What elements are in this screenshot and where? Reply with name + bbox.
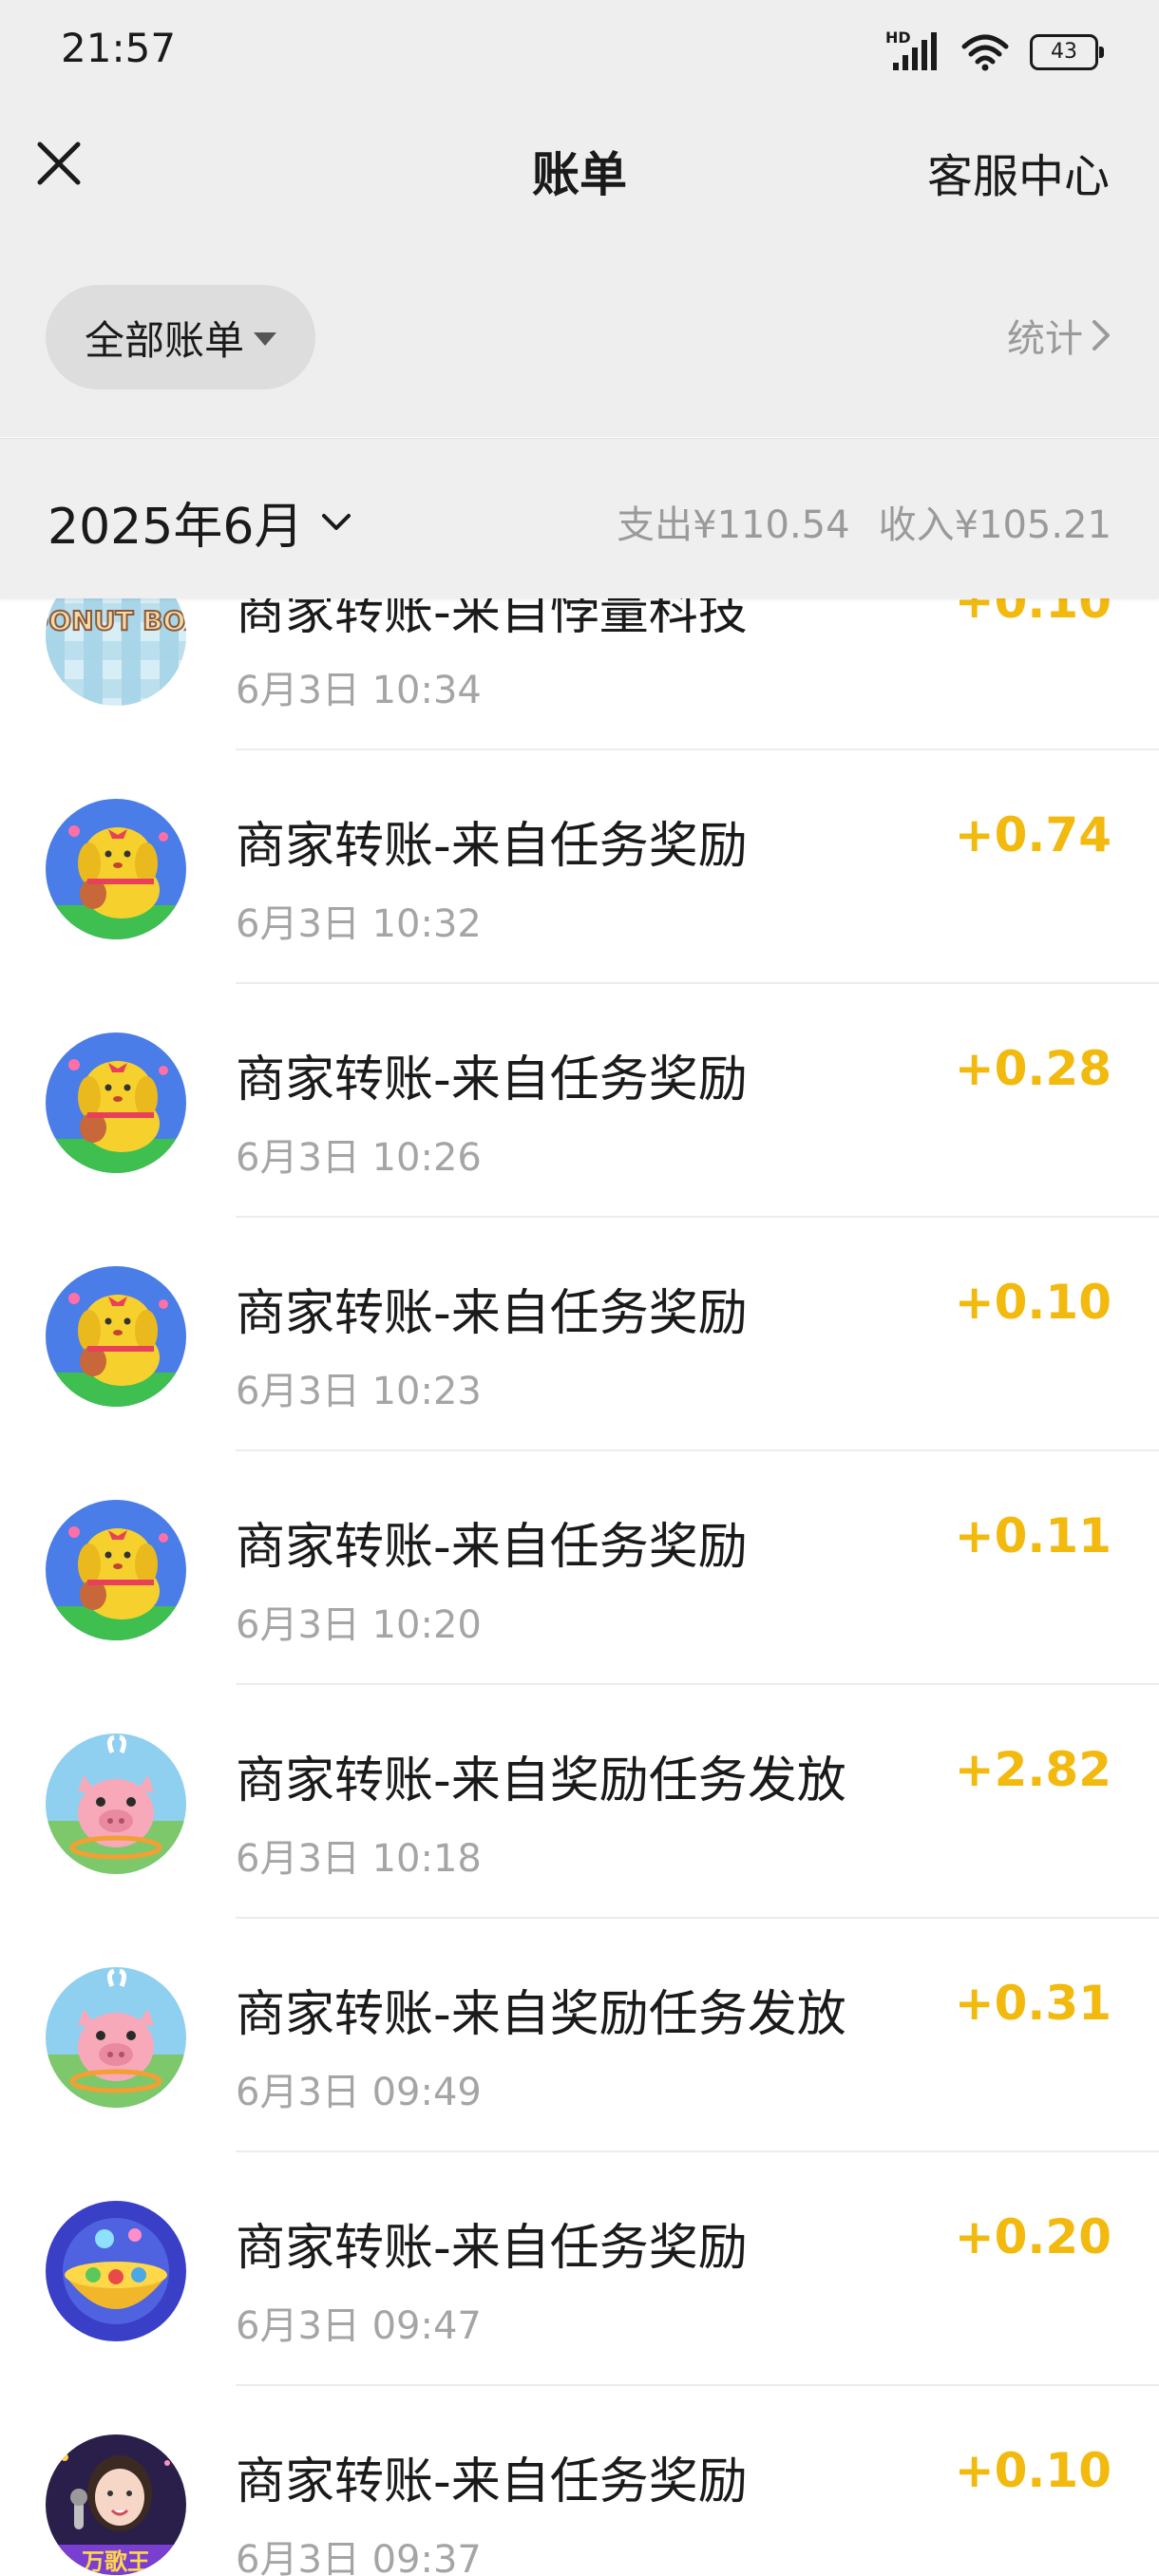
statistics-label: 统计 — [1007, 317, 1083, 361]
transaction-time: 6月3日 10:18 — [236, 1837, 482, 1881]
wifi-icon — [961, 33, 1009, 71]
merchant-avatar — [46, 1266, 186, 1407]
close-button[interactable] — [32, 137, 86, 190]
chevron-down-icon — [322, 513, 352, 530]
expense-total: 支出¥110.54 — [617, 503, 850, 547]
transaction-row[interactable]: 万歌王 商家转账-来自任务奖励 6月3日 09:37 +0.10 — [0, 2386, 1159, 2576]
filter-bar: 全部账单 统计 — [0, 237, 1159, 437]
transaction-title: 商家转账-来自任务奖励 — [236, 818, 748, 875]
transaction-amount: +0.28 — [954, 1041, 1112, 1096]
transaction-time: 6月3日 10:34 — [236, 669, 482, 712]
merchant-avatar: 万歌王 — [46, 2434, 186, 2575]
transaction-time: 6月3日 10:23 — [236, 1370, 482, 1413]
avatar-text: DONUT BOX — [46, 605, 186, 636]
transaction-time: 6月3日 09:49 — [236, 2071, 482, 2114]
transaction-time: 6月3日 10:26 — [236, 1136, 482, 1180]
signal-icon: HD — [885, 28, 940, 72]
status-time: 21:57 — [61, 25, 177, 71]
nav-bar: 账单 客服中心 — [0, 103, 1159, 237]
transaction-amount: +0.74 — [954, 807, 1112, 862]
transaction-amount: +0.10 — [954, 2443, 1112, 2498]
transaction-row[interactable]: 商家转账-来自任务奖励 6月3日 10:23 +0.10 — [0, 1218, 1159, 1451]
transaction-amount: +2.82 — [954, 1742, 1112, 1797]
transaction-row[interactable]: 商家转账-来自奖励任务发放 6月3日 09:49 +0.31 — [0, 1919, 1159, 2152]
close-icon — [37, 142, 81, 185]
merchant-avatar — [46, 1967, 186, 2108]
merchant-avatar: DONUT BOX — [46, 597, 186, 706]
merchant-avatar — [46, 1500, 186, 1640]
customer-service-link[interactable]: 客服中心 — [927, 139, 1110, 205]
transaction-amount: +0.10 — [954, 597, 1112, 629]
transaction-list: DONUT BOX 商家转账-来自悖量科技 6月3日 10:34 +0.10 商家转… — [0, 597, 1159, 2576]
transaction-row[interactable]: 商家转账-来自任务奖励 6月3日 09:47 +0.20 — [0, 2152, 1159, 2386]
transaction-time: 6月3日 10:20 — [236, 1603, 482, 1647]
transaction-amount: +0.20 — [954, 2209, 1112, 2264]
transaction-amount: +0.31 — [954, 1976, 1112, 2031]
transaction-title: 商家转账-来自任务奖励 — [236, 2453, 748, 2510]
month-label: 2025年6月 — [48, 499, 304, 556]
transaction-time: 6月3日 09:47 — [236, 2304, 482, 2348]
transaction-row[interactable]: 商家转账-来自任务奖励 6月3日 10:32 +0.74 — [0, 750, 1159, 984]
battery-icon: 43 — [1030, 34, 1104, 70]
transaction-row[interactable]: 商家转账-来自任务奖励 6月3日 10:20 +0.11 — [0, 1451, 1159, 1685]
transaction-row[interactable]: DONUT BOX 商家转账-来自悖量科技 6月3日 10:34 +0.10 — [0, 597, 1159, 750]
bill-filter-label: 全部账单 — [84, 316, 244, 364]
chevron-right-icon — [1092, 320, 1110, 350]
merchant-avatar — [46, 2201, 186, 2341]
triangle-down-icon — [254, 332, 276, 346]
transaction-title: 商家转账-来自奖励任务发放 — [236, 1752, 846, 1809]
merchant-avatar — [46, 1733, 186, 1874]
avatar-text: 万歌王 — [82, 2548, 150, 2575]
month-summary: 支出¥110.54 收入¥105.21 — [617, 494, 1112, 549]
transaction-title: 商家转账-来自任务奖励 — [236, 1051, 748, 1108]
transaction-title: 商家转账-来自奖励任务发放 — [236, 1986, 846, 2043]
transaction-rows: DONUT BOX 商家转账-来自悖量科技 6月3日 10:34 +0.10 商家转… — [0, 597, 1159, 2576]
battery-level: 43 — [1051, 40, 1077, 64]
bill-filter-dropdown[interactable]: 全部账单 — [46, 285, 315, 389]
transaction-time: 6月3日 09:37 — [236, 2538, 482, 2576]
transaction-amount: +0.11 — [954, 1508, 1112, 1563]
transaction-title: 商家转账-来自任务奖励 — [236, 1285, 748, 1342]
transaction-row[interactable]: 商家转账-来自任务奖励 6月3日 10:26 +0.28 — [0, 984, 1159, 1218]
transaction-amount: +0.10 — [954, 1275, 1112, 1330]
income-total: 收入¥105.21 — [878, 503, 1112, 547]
transaction-time: 6月3日 10:32 — [236, 902, 482, 946]
month-selector[interactable]: 2025年6月 — [48, 486, 352, 558]
transaction-row[interactable]: 商家转账-来自奖励任务发放 6月3日 10:18 +2.82 — [0, 1685, 1159, 1919]
month-summary-bar: 2025年6月 支出¥110.54 收入¥105.21 — [0, 438, 1159, 598]
statistics-link[interactable]: 统计 — [1007, 308, 1112, 363]
merchant-avatar — [46, 799, 186, 939]
transaction-title: 商家转账-来自任务奖励 — [236, 2220, 748, 2277]
transaction-title: 商家转账-来自任务奖励 — [236, 1519, 748, 1576]
status-icons: HD 43 — [885, 28, 1104, 76]
transaction-title: 商家转账-来自悖量科技 — [236, 597, 748, 641]
status-bar: 21:57 HD 43 — [0, 0, 1159, 103]
merchant-avatar — [46, 1032, 186, 1173]
